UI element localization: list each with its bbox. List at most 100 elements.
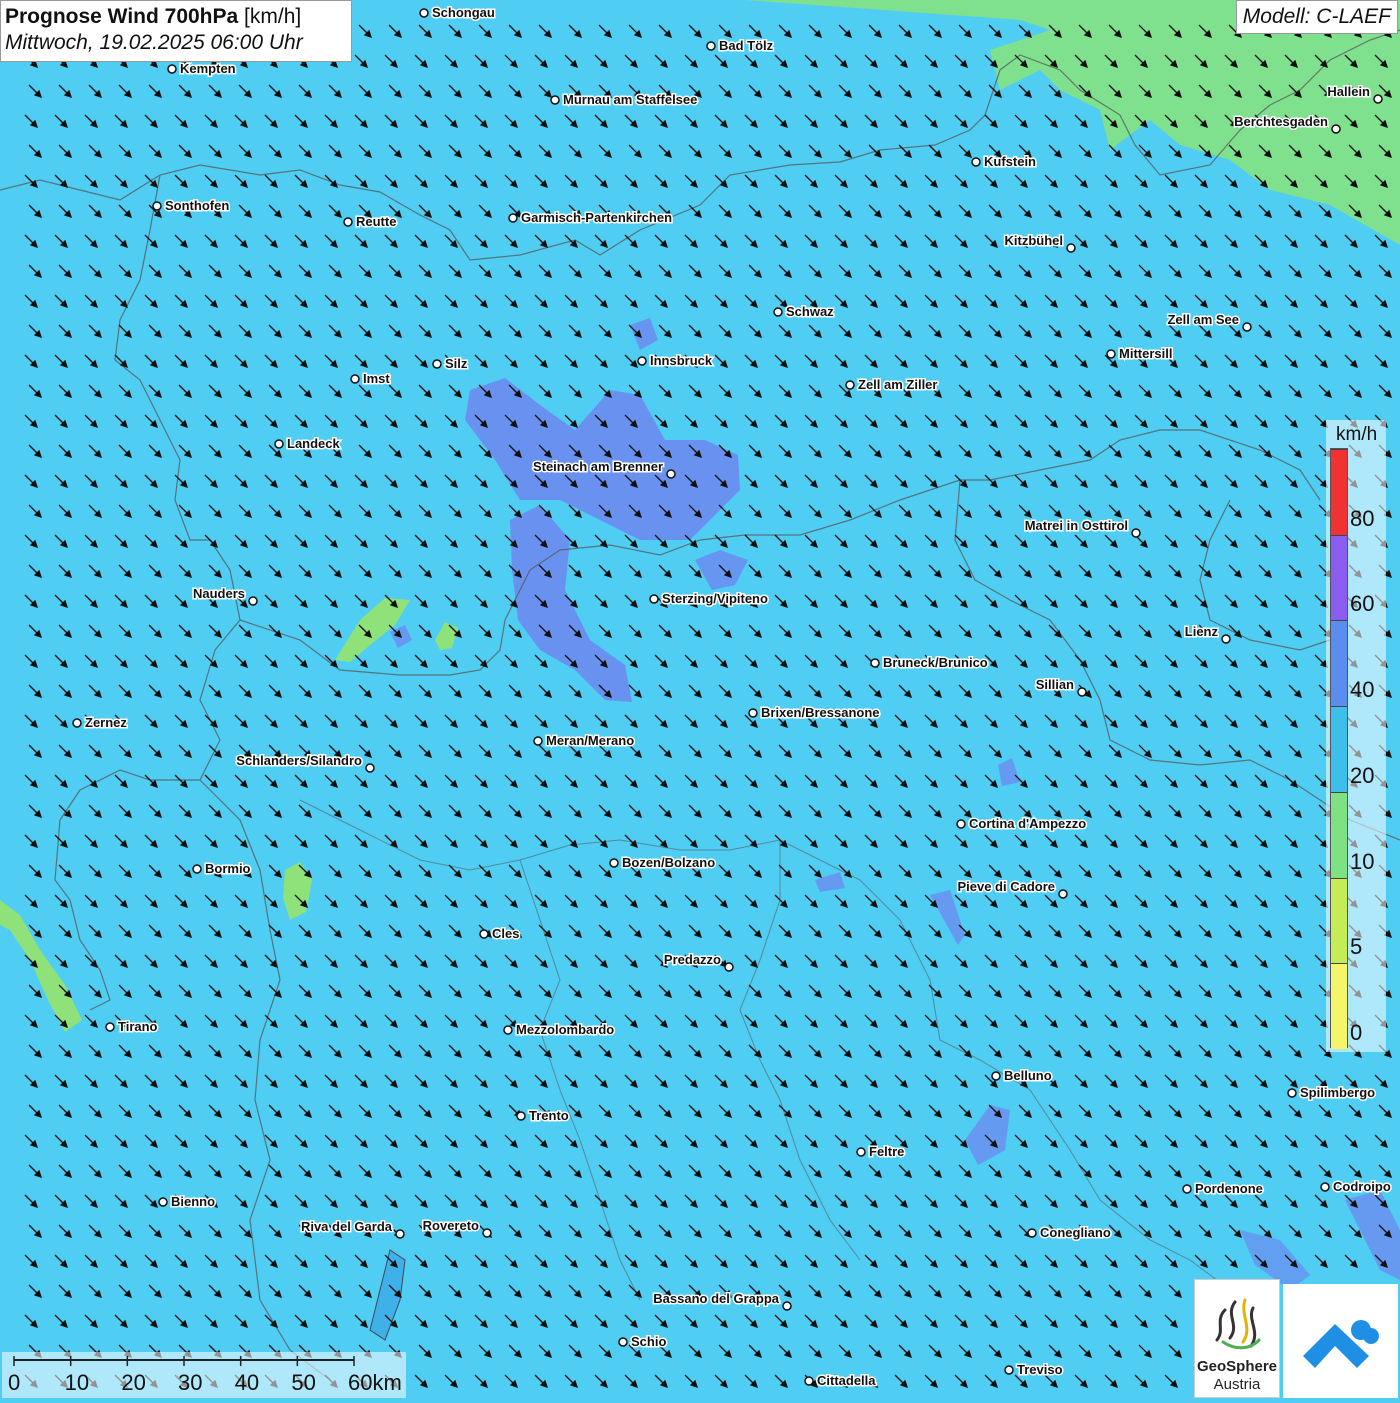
city-dot bbox=[167, 64, 177, 74]
city-label: Mittersill bbox=[1119, 346, 1172, 361]
scale-label: 0 bbox=[8, 1370, 21, 1395]
city-dot bbox=[1106, 349, 1116, 359]
city-label: Hallein bbox=[1327, 84, 1370, 99]
city-label: Belluno bbox=[1004, 1068, 1052, 1083]
city-label: Bozen/Bolzano bbox=[622, 855, 715, 870]
city-label: Schlanders/Silandro bbox=[236, 753, 362, 768]
city-marker: Bruneck/Brunico bbox=[870, 654, 989, 672]
city-dot bbox=[956, 819, 966, 829]
city-dot bbox=[479, 929, 489, 939]
city-label: Bruneck/Brunico bbox=[883, 655, 988, 670]
city-label: Schongau bbox=[432, 5, 495, 20]
city-dot bbox=[365, 763, 375, 773]
mountain-cloud-icon bbox=[1303, 1320, 1379, 1368]
city-dot bbox=[845, 380, 855, 390]
city-label: Riva del Garda bbox=[301, 1219, 393, 1234]
city-label: Sterzing/Vipiteno bbox=[662, 591, 768, 606]
city-label: Zernez bbox=[85, 715, 127, 730]
city-dot bbox=[1242, 322, 1252, 332]
city-dot bbox=[533, 736, 543, 746]
city-dot bbox=[991, 1071, 1001, 1081]
city-label: Zell am Ziller bbox=[858, 377, 937, 392]
city-label: Schwaz bbox=[786, 304, 834, 319]
city-label: Sillian bbox=[1036, 677, 1074, 692]
city-marker: Pordenone bbox=[1182, 1180, 1264, 1198]
city-label: Pieve di Cadore bbox=[957, 879, 1055, 894]
city-dot bbox=[508, 213, 518, 223]
city-dot bbox=[1221, 634, 1231, 644]
city-label: Predazzo bbox=[664, 952, 721, 967]
city-dot bbox=[419, 8, 429, 18]
city-label: Meran/Merano bbox=[546, 733, 634, 748]
city-dot bbox=[804, 1376, 814, 1386]
legend-color-bar bbox=[1330, 448, 1348, 1049]
city-dot bbox=[105, 1022, 115, 1032]
city-label: Kitzbühel bbox=[1005, 233, 1064, 248]
city-marker: Murnau am Staffelsee bbox=[550, 91, 699, 109]
city-dot bbox=[649, 594, 659, 604]
legend-segment bbox=[1331, 791, 1347, 878]
weather-app-logo bbox=[1283, 1284, 1398, 1398]
city-dot bbox=[666, 469, 676, 479]
legend-tick-label: 20 bbox=[1350, 762, 1375, 788]
city-label: Brixen/Bressanone bbox=[761, 705, 880, 720]
city-dot bbox=[550, 95, 560, 105]
city-dot bbox=[724, 962, 734, 972]
wind-map: Schongau Bad Tölz Kempten Murnau am Staffel… bbox=[0, 0, 1400, 1400]
city-label: Bormio bbox=[205, 861, 251, 876]
city-label: Cles bbox=[492, 926, 519, 941]
map-title-main: Prognose Wind 700hPa bbox=[5, 5, 239, 28]
city-marker: Cortina d'Ampezzo bbox=[956, 815, 1088, 833]
city-label: Lienz bbox=[1185, 624, 1219, 639]
city-marker: Mezzolombardo bbox=[503, 1021, 616, 1039]
legend-tick-label: 0 bbox=[1350, 1020, 1363, 1045]
city-label: Imst bbox=[363, 371, 390, 386]
legend-segment bbox=[1331, 620, 1347, 707]
city-marker: Sonthofen bbox=[152, 197, 231, 215]
geosphere-logo: GeoSphere Austria bbox=[1194, 1279, 1280, 1398]
city-marker: Garmisch-Partenkirchen bbox=[508, 209, 674, 227]
city-marker: Spilimbergo bbox=[1287, 1084, 1377, 1102]
city-dot bbox=[192, 864, 202, 874]
city-label: Bassano del Grappa bbox=[653, 1291, 779, 1306]
model-label: Modell: C-LAEF bbox=[1235, 0, 1398, 34]
city-label: Mezzolombardo bbox=[516, 1022, 614, 1037]
city-marker: Brixen/Bressanone bbox=[748, 704, 881, 722]
city-label: Kufstein bbox=[984, 154, 1036, 169]
city-dot bbox=[609, 858, 619, 868]
city-label: Steinach am Brenner bbox=[533, 459, 663, 474]
city-label: Tirano bbox=[118, 1019, 158, 1034]
city-label: Rovereto bbox=[423, 1218, 479, 1233]
map-title: Prognose Wind 700hPa [km/h] bbox=[5, 5, 351, 29]
legend-segment bbox=[1331, 534, 1347, 621]
city-dot bbox=[782, 1301, 792, 1311]
legend-segment bbox=[1331, 877, 1347, 964]
city-marker: Zell am Ziller bbox=[845, 376, 939, 394]
legend-segment bbox=[1331, 449, 1347, 535]
city-marker: Bozen/Bolzano bbox=[609, 854, 717, 872]
city-label: Trento bbox=[529, 1108, 569, 1123]
city-dot bbox=[503, 1025, 513, 1035]
city-dot bbox=[1027, 1228, 1037, 1238]
city-label: Matrei in Osttirol bbox=[1025, 518, 1128, 533]
city-marker: Sterzing/Vipiteno bbox=[649, 590, 769, 608]
city-label: Treviso bbox=[1017, 1362, 1063, 1377]
city-label: Conegliano bbox=[1040, 1225, 1111, 1240]
city-label: Cittadella bbox=[817, 1373, 876, 1388]
geosphere-name: GeoSphere bbox=[1196, 1358, 1278, 1375]
scale-label: 50 bbox=[291, 1370, 316, 1395]
city-dot bbox=[1287, 1088, 1297, 1098]
city-dot bbox=[1004, 1365, 1014, 1375]
city-dot bbox=[706, 41, 716, 51]
legend-segment bbox=[1331, 963, 1347, 1049]
city-dot bbox=[1077, 687, 1087, 697]
city-marker: Conegliano bbox=[1027, 1224, 1112, 1242]
forecast-date: Mittwoch, 19.02.2025 06:00 Uhr bbox=[5, 31, 303, 54]
city-label: Bienno bbox=[171, 1194, 215, 1209]
city-dot bbox=[1182, 1184, 1192, 1194]
city-label: Schio bbox=[631, 1334, 666, 1349]
city-dot bbox=[637, 356, 647, 366]
city-label: Landeck bbox=[287, 436, 341, 451]
city-label: Spilimbergo bbox=[1300, 1085, 1375, 1100]
city-dot bbox=[395, 1229, 405, 1239]
